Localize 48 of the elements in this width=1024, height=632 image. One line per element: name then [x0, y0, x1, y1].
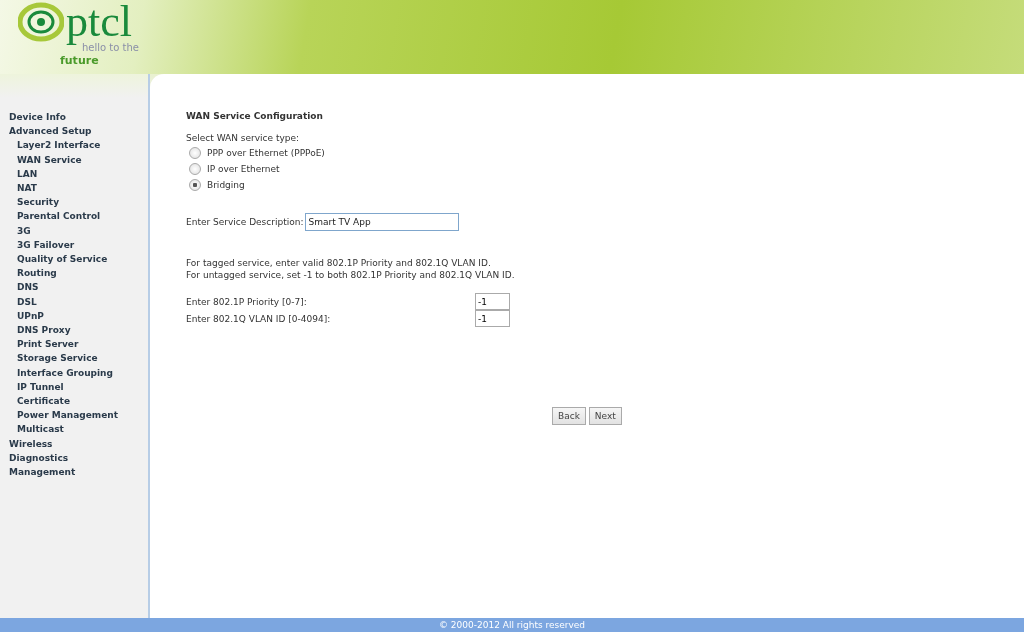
- sidebar-link[interactable]: Security: [0, 195, 60, 210]
- number-field[interactable]: -1: [475, 310, 510, 327]
- swirl-icon: [18, 2, 64, 42]
- sidebar-link[interactable]: 3G Failover: [0, 237, 75, 253]
- info-text: For untagged service, set -1 to both 802.1P Priority and 802.1Q VLAN ID.: [186, 269, 516, 281]
- sidebar-link[interactable]: Advanced Setup: [0, 124, 92, 139]
- sidebar-link[interactable]: DSL: [0, 294, 37, 309]
- info-text: For tagged service, enter valid 802.1P Priority and 802.1Q VLAN ID.: [186, 257, 492, 269]
- sidebar-link[interactable]: Layer2 Interface: [0, 138, 101, 153]
- sidebar-link[interactable]: LAN: [0, 166, 38, 181]
- field-label: Enter 802.1Q VLAN ID [0-4094]:: [186, 313, 331, 324]
- radio-button[interactable]: [189, 163, 201, 175]
- copyright-text: © 2000-2012 All rights reserved: [438, 620, 585, 630]
- section-title: WAN Service Configuration: [186, 111, 324, 121]
- sidebar-link[interactable]: Power Management: [0, 408, 119, 423]
- radio-button[interactable]: [189, 179, 201, 191]
- sidebar-link[interactable]: Parental Control: [0, 209, 101, 224]
- sidebar-link[interactable]: Wireless: [0, 436, 53, 451]
- service-description-field[interactable]: Smart TV App: [305, 213, 460, 231]
- number-field[interactable]: -1: [475, 293, 510, 310]
- option-label: Bridging: [207, 180, 245, 190]
- sidebar-link[interactable]: 3G: [0, 223, 31, 238]
- logo-tagline: future: [60, 54, 99, 67]
- sidebar-link[interactable]: WAN Service: [0, 152, 82, 167]
- sidebar-link[interactable]: Interface Grouping: [0, 365, 113, 380]
- sidebar-link[interactable]: NAT: [0, 181, 37, 196]
- sidebar-link[interactable]: Storage Service: [0, 351, 98, 366]
- sidebar-link[interactable]: Multicast: [0, 422, 64, 437]
- sidebar-link[interactable]: Print Server: [0, 337, 79, 352]
- field-label: Enter 802.1P Priority [0-7]:: [186, 296, 307, 307]
- form-button[interactable]: Back: [552, 407, 586, 425]
- sidebar-link[interactable]: Certificate: [0, 394, 71, 409]
- sidebar-link[interactable]: Management: [0, 465, 76, 480]
- radio-button[interactable]: [189, 147, 201, 159]
- field-label: Enter Service Description:: [186, 217, 304, 227]
- logo-tagline: hello to the: [82, 42, 139, 54]
- sidebar-link[interactable]: UPnP: [0, 308, 44, 324]
- sidebar-link[interactable]: Diagnostics: [0, 450, 69, 466]
- sidebar-link[interactable]: Quality of Service: [0, 252, 108, 267]
- sidebar-link[interactable]: DNS: [0, 280, 39, 295]
- sidebar-link[interactable]: DNS Proxy: [0, 323, 71, 338]
- sidebar-link[interactable]: IP Tunnel: [0, 379, 64, 395]
- prompt-text: Select WAN service type:: [186, 133, 301, 143]
- option-label: IP over Ethernet: [207, 164, 280, 174]
- sidebar-link[interactable]: Device Info: [0, 110, 66, 125]
- form-button[interactable]: Next: [588, 407, 622, 425]
- option-label: PPP over Ethernet (PPPoE): [207, 148, 325, 158]
- sidebar-link[interactable]: Routing: [0, 266, 57, 281]
